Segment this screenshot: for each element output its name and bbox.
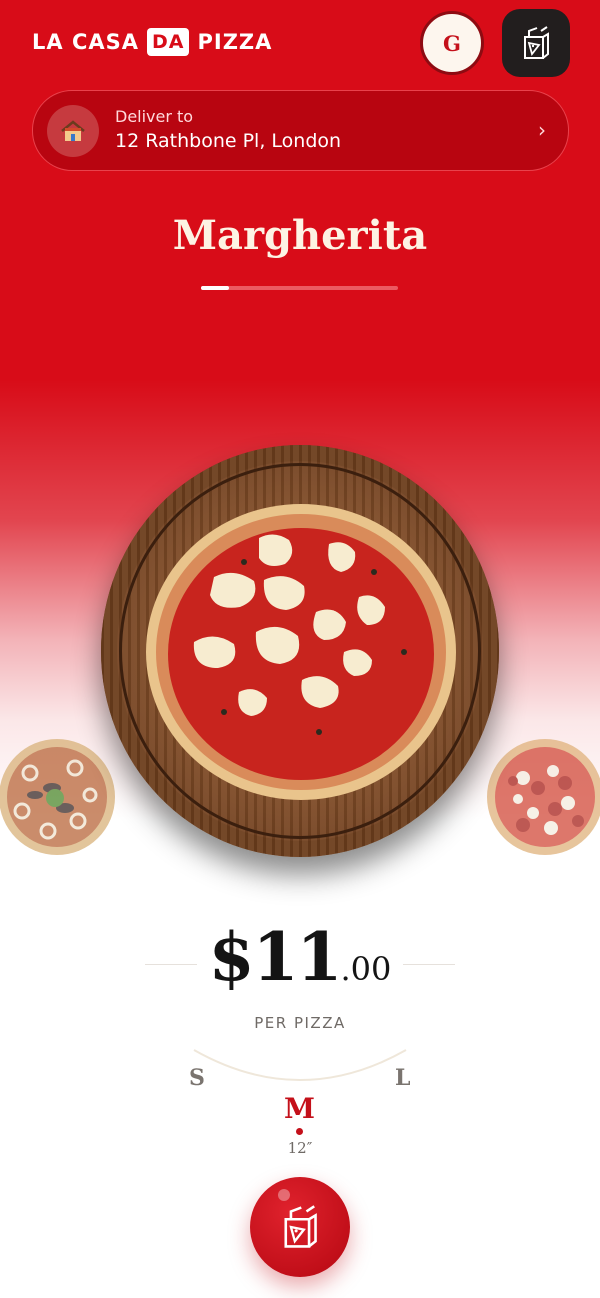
- cart-button[interactable]: [502, 9, 570, 77]
- brand-logo: LA CASA DA PIZZA: [32, 28, 272, 56]
- product-title: Margherita: [172, 212, 428, 259]
- price-display: $11.00: [0, 918, 600, 996]
- selected-size-diameter: 12″: [287, 1139, 313, 1157]
- size-arc: [193, 1049, 407, 1081]
- margherita-pizza-image[interactable]: [144, 502, 458, 802]
- price-major: $11: [208, 918, 343, 996]
- delivery-label: Deliver to: [115, 106, 194, 126]
- avatar-initial: G: [443, 30, 461, 56]
- brand-text-1: LA CASA: [32, 30, 139, 54]
- size-option-l[interactable]: L: [395, 1065, 410, 1091]
- delivery-address-bar[interactable]: Deliver to 12 Rathbone Pl, London ›: [32, 90, 569, 171]
- avatar[interactable]: G: [420, 11, 484, 75]
- rating-stars: [0, 300, 600, 400]
- chevron-right-icon: ›: [538, 118, 546, 142]
- selected-size-indicator: [296, 1128, 303, 1135]
- pizza-bag-icon: [524, 26, 549, 59]
- next-pizza-thumbnail[interactable]: [483, 733, 600, 861]
- size-option-m[interactable]: M: [284, 1092, 315, 1125]
- delivery-address: 12 Rathbone Pl, London: [115, 129, 342, 152]
- brand-text-2: DA: [147, 28, 190, 56]
- pizza-bag-icon: [284, 1205, 317, 1248]
- add-to-bag-button[interactable]: [250, 1177, 350, 1277]
- brand-text-3: PIZZA: [197, 30, 273, 54]
- carousel-progress: [201, 286, 398, 290]
- carousel-progress-fill: [201, 286, 229, 290]
- price-minor: .00: [340, 950, 392, 988]
- size-option-s[interactable]: S: [189, 1065, 205, 1091]
- previous-pizza-thumbnail[interactable]: [0, 733, 118, 861]
- price-unit: PER PIZZA: [254, 1014, 346, 1032]
- delivery-text: Deliver to 12 Rathbone Pl, London: [115, 107, 341, 155]
- house-icon: [47, 104, 99, 157]
